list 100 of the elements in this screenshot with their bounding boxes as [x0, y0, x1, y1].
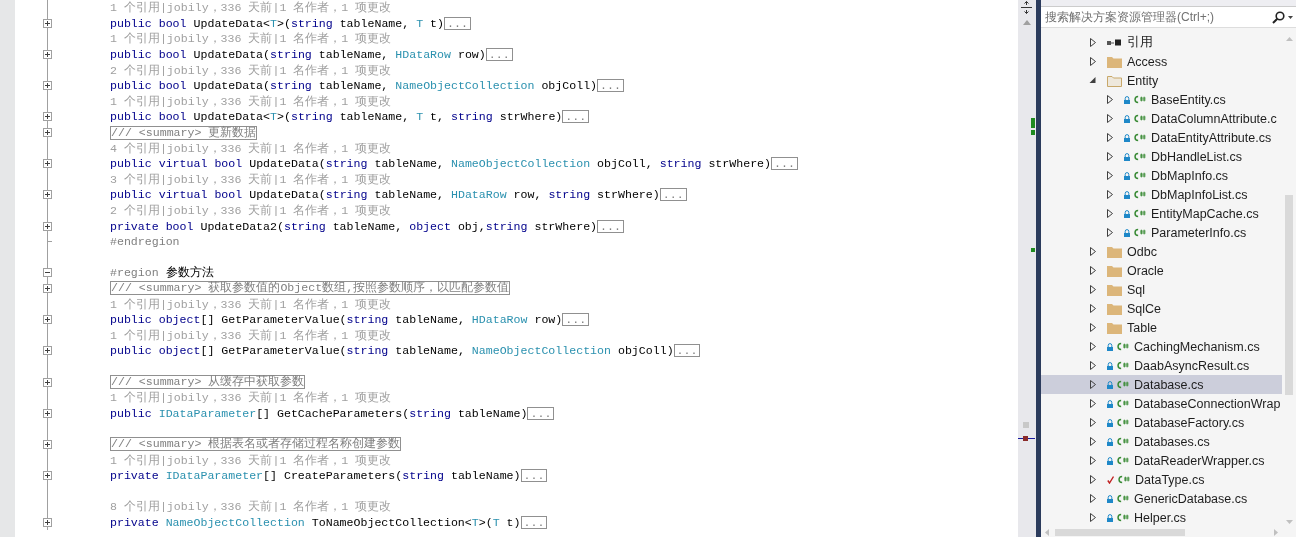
expand-plus-icon[interactable]	[43, 18, 52, 28]
collapsed-arrow-icon[interactable]	[1089, 399, 1097, 408]
collapsed-code-marker[interactable]: ...	[485, 48, 513, 62]
collapsed-code-marker[interactable]: ...	[562, 110, 590, 124]
collapsed-arrow-icon[interactable]	[1106, 209, 1114, 218]
tree-item[interactable]: Table	[1041, 318, 1282, 337]
collapsed-doc-comment[interactable]: /// <summary> 获取参数值的Object数组,按照参数顺序，以匹配参数值	[110, 281, 511, 296]
expand-plus-icon[interactable]	[43, 315, 52, 325]
collapsed-doc-comment[interactable]: /// <summary> 更新数据	[110, 125, 258, 140]
collapsed-arrow-icon[interactable]	[1106, 152, 1114, 161]
code-lens-info[interactable]: 3 个引用|jobily，336 天前|1 名作者，1 项更改	[110, 171, 392, 187]
collapsed-arrow-icon[interactable]	[1106, 228, 1114, 237]
tree-item[interactable]: EntityMapCache.cs	[1041, 204, 1282, 223]
expand-plus-icon[interactable]	[43, 190, 52, 200]
scroll-thumb[interactable]	[1055, 529, 1185, 536]
collapsed-arrow-icon[interactable]	[1106, 114, 1114, 123]
tree-item[interactable]: DaabAsyncResult.cs	[1041, 356, 1282, 375]
code-lens-info[interactable]: 1 个引用|jobily，336 天前|1 名作者，1 项更改	[110, 327, 392, 343]
tree-item[interactable]: SqlCe	[1041, 299, 1282, 318]
collapsed-arrow-icon[interactable]	[1089, 247, 1097, 256]
collapsed-code-marker[interactable]: ...	[520, 469, 548, 483]
collapsed-arrow-icon[interactable]	[1089, 304, 1097, 313]
collapsed-arrow-icon[interactable]	[1089, 38, 1097, 47]
expand-plus-icon[interactable]	[43, 408, 52, 418]
tree-item[interactable]: DatabaseConnectionWrap	[1041, 394, 1282, 413]
search-icon[interactable]	[1272, 10, 1285, 24]
editor-scrollbar[interactable]	[1018, 0, 1036, 537]
expand-plus-icon[interactable]	[43, 81, 52, 91]
collapsed-code-marker[interactable]: ...	[673, 344, 701, 358]
tree-item[interactable]: Oracle	[1041, 261, 1282, 280]
expand-plus-icon[interactable]	[43, 471, 52, 481]
collapsed-arrow-icon[interactable]	[1089, 342, 1097, 351]
tree-item[interactable]: Helper.cs	[1041, 508, 1282, 527]
collapsed-arrow-icon[interactable]	[1106, 95, 1114, 104]
tree-item[interactable]: DataColumnAttribute.c	[1041, 109, 1282, 128]
code-lens-info[interactable]: 8 个引用|jobily，336 天前|1 名作者，1 项更改	[110, 499, 392, 515]
expand-plus-icon[interactable]	[43, 159, 52, 169]
collapsed-arrow-icon[interactable]	[1106, 171, 1114, 180]
tree-item[interactable]: DbMapInfoList.cs	[1041, 185, 1282, 204]
expand-plus-icon[interactable]	[43, 50, 52, 60]
code-lens-info[interactable]: 4 个引用|jobily，336 天前|1 名作者，1 项更改	[110, 140, 392, 156]
expand-plus-icon[interactable]	[43, 517, 52, 527]
dropdown-caret-icon[interactable]	[1288, 15, 1293, 19]
collapsed-arrow-icon[interactable]	[1089, 513, 1097, 522]
tree-item[interactable]: DatabaseFactory.cs	[1041, 413, 1282, 432]
expand-plus-icon[interactable]	[43, 128, 52, 138]
expand-plus-icon[interactable]	[43, 221, 52, 231]
collapsed-code-marker[interactable]: ...	[597, 219, 624, 233]
tree-item[interactable]: DataReaderWrapper.cs	[1041, 451, 1282, 470]
collapsed-code-marker[interactable]: ...	[597, 79, 624, 93]
code-lens-info[interactable]: 1 个引用|jobily，336 天前|1 名作者，1 项更改	[110, 390, 392, 406]
tree-item[interactable]: CachingMechanism.cs	[1041, 337, 1282, 356]
collapsed-code-marker[interactable]: ...	[520, 515, 548, 529]
collapsed-arrow-icon[interactable]	[1089, 475, 1097, 484]
collapsed-arrow-icon[interactable]	[1106, 190, 1114, 199]
expand-plus-icon[interactable]	[43, 112, 52, 122]
tree-item[interactable]: BaseEntity.cs	[1041, 90, 1282, 109]
tree-item[interactable]: DataEntityAttribute.cs	[1041, 128, 1282, 147]
collapsed-arrow-icon[interactable]	[1089, 285, 1097, 294]
collapsed-code-marker[interactable]: ...	[444, 16, 471, 30]
collapsed-arrow-icon[interactable]	[1089, 323, 1097, 332]
tree-item[interactable]: Entity	[1041, 71, 1282, 90]
tree-item[interactable]: Databases.cs	[1041, 432, 1282, 451]
collapsed-doc-comment[interactable]: /// <summary> 根据表名或者存储过程名称创建参数	[110, 437, 402, 452]
tree-item[interactable]: ParameterInfo.cs	[1041, 223, 1282, 242]
code-lens-info[interactable]: 2 个引用|jobily，336 天前|1 名作者，1 项更改	[110, 203, 392, 218]
tree-item[interactable]: Database.cs	[1041, 375, 1282, 394]
tree-item[interactable]: Odbc	[1041, 242, 1282, 261]
collapsed-arrow-icon[interactable]	[1106, 133, 1114, 142]
search-field[interactable]: 搜索解决方案资源管理器(Ctrl+;)	[1041, 7, 1296, 28]
code-lens-info[interactable]: 1 个引用|jobily，336 天前|1 名作者，1 项更改	[110, 31, 392, 47]
collapsed-arrow-icon[interactable]	[1089, 456, 1097, 465]
tree-item[interactable]: DbMapInfo.cs	[1041, 166, 1282, 185]
collapsed-arrow-icon[interactable]	[1089, 361, 1097, 370]
expand-plus-icon[interactable]	[43, 346, 52, 356]
collapsed-doc-comment[interactable]: /// <summary> 从缓存中获取参数	[110, 375, 306, 390]
collapsed-arrow-icon[interactable]	[1089, 418, 1097, 427]
tree-item[interactable]: GenericDatabase.cs	[1041, 489, 1282, 508]
code-lens-info[interactable]: 1 个引用|jobily，336 天前|1 名作者，1 项更改	[110, 0, 392, 16]
code-lens-info[interactable]: 1 个引用|jobily，336 天前|1 名作者，1 项更改	[110, 93, 392, 109]
expanded-arrow-icon[interactable]	[1089, 77, 1097, 84]
collapsed-code-marker[interactable]: ...	[527, 406, 555, 420]
collapsed-arrow-icon[interactable]	[1089, 437, 1097, 446]
scroll-thumb[interactable]	[1285, 195, 1293, 395]
collapsed-code-marker[interactable]: ...	[562, 313, 590, 327]
tree-item[interactable]: DataType.cs	[1041, 470, 1282, 489]
collapsed-arrow-icon[interactable]	[1089, 57, 1097, 66]
split-handle-icon[interactable]	[1021, 1, 1032, 14]
tree-item[interactable]: 引用	[1041, 33, 1282, 52]
expand-plus-icon[interactable]	[43, 284, 52, 293]
code-lens-info[interactable]: 2 个引用|jobily，336 天前|1 名作者，1 项更改	[110, 62, 392, 78]
code-lens-info[interactable]: 1 个引用|jobily，336 天前|1 名作者，1 项更改	[110, 296, 392, 312]
collapsed-code-marker[interactable]: ...	[771, 157, 798, 171]
collapsed-arrow-icon[interactable]	[1089, 494, 1097, 503]
tree-item[interactable]: Sql	[1041, 280, 1282, 299]
collapsed-code-marker[interactable]: ...	[659, 188, 687, 202]
tree-item[interactable]: DbHandleList.cs	[1041, 147, 1282, 166]
collapsed-arrow-icon[interactable]	[1089, 380, 1097, 389]
code-lens-info[interactable]: 1 个引用|jobily，336 天前|1 名作者，1 项更改	[110, 452, 392, 468]
expand-plus-icon[interactable]	[43, 439, 52, 449]
